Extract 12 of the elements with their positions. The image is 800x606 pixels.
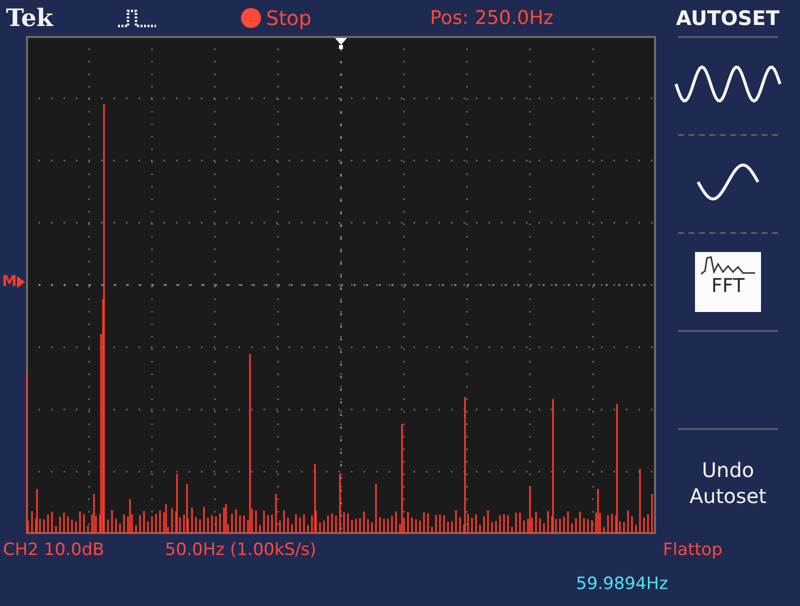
spectrum-icon xyxy=(699,254,757,276)
position-readout: Pos: 250.0Hz xyxy=(430,6,554,31)
channel-scale-readout: CH2 10.0dB xyxy=(2,539,106,562)
brand-logo: Tek xyxy=(6,2,54,34)
undo-autoset-button[interactable]: Undo Autoset xyxy=(683,456,773,510)
trigger-position-icon xyxy=(335,38,347,49)
menu-title: AUTOSET xyxy=(676,5,780,32)
timebase-readout: 50.0Hz (1.00kS/s) xyxy=(165,539,318,562)
fft-button[interactable]: FFT xyxy=(695,252,761,312)
run-state-label: Stop xyxy=(266,5,312,32)
fft-window-readout: Flattop xyxy=(663,539,722,562)
frequency-readout: 59.9894Hz xyxy=(576,572,668,596)
